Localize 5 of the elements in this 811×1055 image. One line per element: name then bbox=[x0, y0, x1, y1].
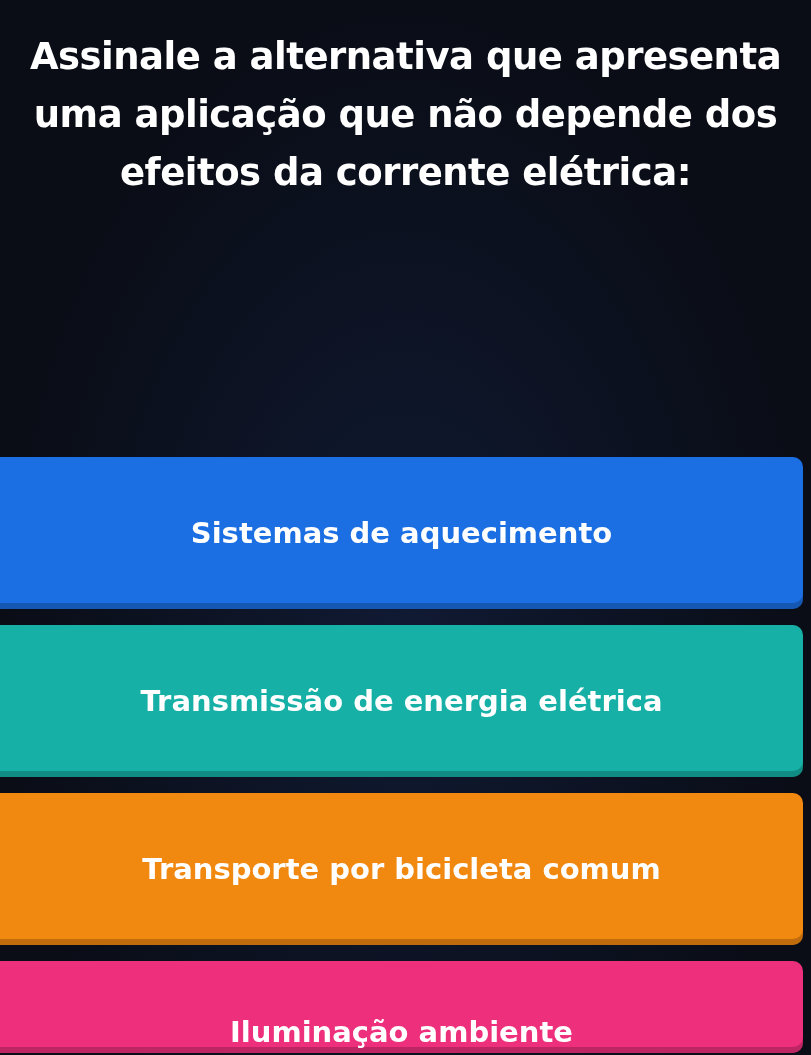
answer-option[interactable]: Iluminação ambiente bbox=[0, 961, 803, 1053]
answer-option[interactable]: Sistemas de aquecimento bbox=[0, 457, 803, 609]
question-text: Assinale a alternativa que apresenta uma aplicação que não depende dos efeitos da corrente elétrica: bbox=[28, 34, 783, 196]
answer-option[interactable]: Transporte por bicicleta comum bbox=[0, 793, 803, 945]
answer-option[interactable]: Transmissão de energia elétrica bbox=[0, 625, 803, 777]
